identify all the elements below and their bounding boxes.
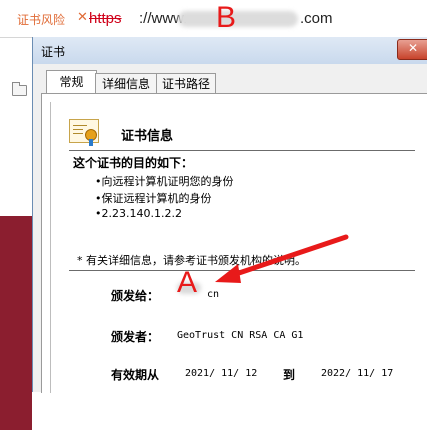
valid-to-value: 2022/ 11/ 17	[321, 368, 394, 379]
issued-to-value: cn	[207, 289, 220, 300]
annotation-label-b: B	[216, 1, 237, 34]
validity-label: 有效期从	[111, 368, 160, 382]
dialog-title: 证书	[41, 45, 66, 59]
purpose-item: •向远程计算机证明您的身份	[95, 175, 234, 188]
general-tab-panel: 证书信息 这个证书的目的如下： •向远程计算机证明您的身份 •保证远程计算机的身…	[41, 93, 427, 393]
page-banner	[0, 216, 32, 430]
url-scheme: https	[89, 10, 122, 27]
issued-by-label: 颁发者：	[111, 330, 160, 344]
issued-to-label: 颁发给：	[111, 289, 160, 303]
divider	[69, 270, 415, 271]
purpose-item: •2.23.140.1.2.2	[95, 207, 182, 220]
purpose-heading: 这个证书的目的如下：	[73, 156, 194, 170]
purpose-item: •保证远程计算机的身份	[95, 192, 212, 205]
certificate-warning-label[interactable]: 证书风险	[17, 11, 65, 28]
address-bar[interactable]: 证书风险 ✕ https ://www. .com B	[0, 0, 427, 38]
url-suffix: .com	[300, 10, 333, 27]
certificate-dialog: 证书 ✕ 常规 详细信息 证书路径 证书信息 这个证书的目的如下： •向远程计算…	[32, 37, 427, 393]
close-button[interactable]: ✕	[397, 39, 427, 60]
certificate-info-box: 证书信息 这个证书的目的如下： •向远程计算机证明您的身份 •保证远程计算机的身…	[50, 102, 427, 393]
folder-icon[interactable]	[12, 82, 27, 96]
annotation-label-a: A	[177, 266, 198, 299]
validity-to-label: 到	[283, 368, 296, 382]
tab-certification-path[interactable]: 证书路径	[156, 73, 216, 94]
certificate-info-title: 证书信息	[121, 129, 174, 144]
issued-by-value: GeoTrust CN RSA CA G1	[177, 330, 304, 341]
valid-from-value: 2021/ 11/ 12	[185, 368, 258, 379]
tab-general[interactable]: 常规	[46, 70, 97, 95]
dialog-titlebar[interactable]: 证书 ✕	[33, 37, 427, 64]
divider	[69, 150, 415, 151]
page-background	[0, 38, 32, 430]
warning-close-icon[interactable]: ✕	[77, 10, 88, 25]
tab-details[interactable]: 详细信息	[95, 73, 157, 94]
certificate-icon	[69, 119, 99, 146]
redacted-domain	[178, 11, 298, 27]
close-icon: ✕	[408, 41, 419, 55]
